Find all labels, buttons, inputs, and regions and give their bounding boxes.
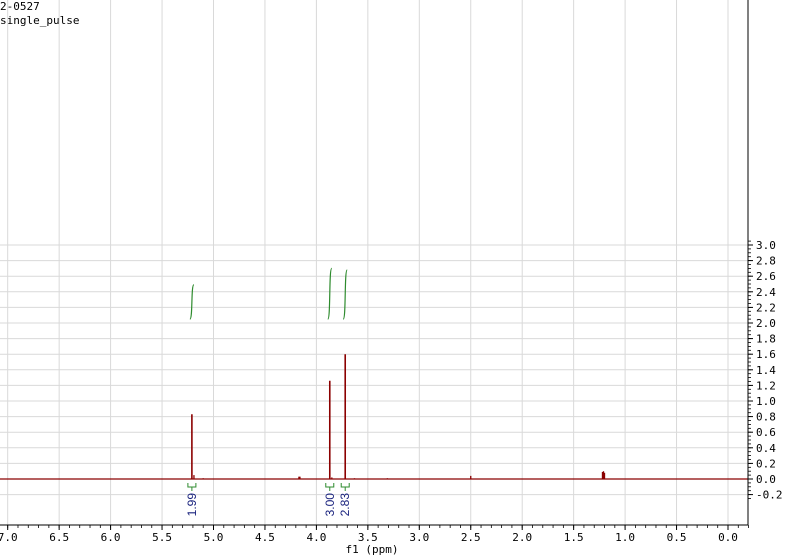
axes: 59.08.58.07.57.06.56.05.55.04.54.03.53.0… — [0, 0, 783, 544]
y-tick-label: -0.2 — [756, 489, 783, 502]
y-tick-label: 0.8 — [756, 411, 776, 424]
x-tick-label: 4.5 — [255, 531, 275, 544]
integral-bracket — [325, 483, 335, 488]
y-tick-label: 0.4 — [756, 442, 776, 455]
x-tick-label: 7.0 — [0, 531, 18, 544]
x-tick-label: 0.0 — [718, 531, 738, 544]
y-tick-label: 0.2 — [756, 457, 776, 470]
y-tick-label: 1.6 — [756, 348, 776, 361]
x-tick-label: 1.5 — [564, 531, 584, 544]
y-tick-label: 0.0 — [756, 473, 776, 486]
nmr-spectrum-chart: 0.971.981.993.002.83 59.08.58.07.57.06.5… — [0, 0, 783, 556]
x-tick-label: 2.5 — [461, 531, 481, 544]
x-tick-label: 0.5 — [667, 531, 687, 544]
y-tick-label: 2.0 — [756, 317, 776, 330]
y-tick-label: 2.8 — [756, 255, 776, 268]
integral-value-label: 3.00 — [323, 493, 337, 517]
x-tick-label: 6.5 — [49, 531, 69, 544]
y-tick-label: 3.0 — [756, 239, 776, 252]
x-tick-label: 3.0 — [409, 531, 429, 544]
x-tick-label: 6.0 — [101, 531, 121, 544]
x-tick-label: 1.0 — [615, 531, 635, 544]
y-tick-label: 1.8 — [756, 333, 776, 346]
y-tick-label: 2.6 — [756, 270, 776, 283]
x-tick-label: 4.0 — [306, 531, 326, 544]
y-tick-label: 2.2 — [756, 301, 776, 314]
x-tick-label: 2.0 — [512, 531, 532, 544]
integral-bracket — [187, 483, 197, 488]
x-tick-label: 5.5 — [152, 531, 172, 544]
integral-value-label: 2.83 — [338, 493, 352, 517]
y-tick-label: 0.6 — [756, 426, 776, 439]
x-tick-label: 5.0 — [204, 531, 224, 544]
y-tick-label: 1.2 — [756, 379, 776, 392]
integral-value-label: 1.99 — [185, 493, 199, 517]
y-tick-label: 2.4 — [756, 286, 776, 299]
integral-bracket — [340, 483, 350, 488]
integral-curve — [189, 284, 195, 320]
y-tick-label: 1.0 — [756, 395, 776, 408]
grid — [0, 0, 748, 525]
y-tick-label: 1.4 — [756, 364, 776, 377]
x-axis-title: f1 (ppm) — [346, 543, 399, 556]
integral-curve — [342, 269, 348, 320]
